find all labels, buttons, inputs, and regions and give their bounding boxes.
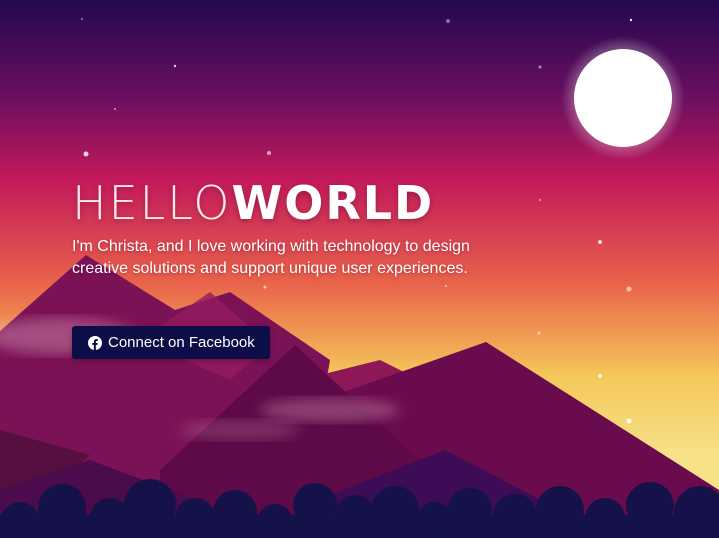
cloud xyxy=(260,398,400,422)
star xyxy=(626,286,632,292)
connect-facebook-button[interactable]: Connect on Facebook xyxy=(72,326,270,359)
hero-title: HELLOWORLD xyxy=(72,178,512,228)
facebook-icon xyxy=(88,335,102,350)
star xyxy=(538,198,542,202)
star xyxy=(263,285,267,289)
star xyxy=(629,18,633,22)
moon xyxy=(574,49,672,147)
star xyxy=(114,108,116,110)
connect-facebook-label: Connect on Facebook xyxy=(108,334,255,351)
star xyxy=(598,374,602,378)
cloud xyxy=(180,420,300,440)
star xyxy=(446,19,450,23)
star xyxy=(538,65,542,69)
star xyxy=(626,418,632,424)
star xyxy=(81,18,83,20)
star xyxy=(173,64,177,68)
hero-section: HELLOWORLD I'm Christa, and I love worki… xyxy=(72,178,512,280)
hero-title-light: HELLO xyxy=(72,176,232,230)
star xyxy=(83,151,89,157)
star xyxy=(537,331,541,335)
star xyxy=(445,285,447,287)
hero-subtitle: I'm Christa, and I love working with tec… xyxy=(72,238,470,277)
hero-title-bold: WORLD xyxy=(231,176,435,230)
star xyxy=(267,151,271,155)
star xyxy=(598,240,602,244)
